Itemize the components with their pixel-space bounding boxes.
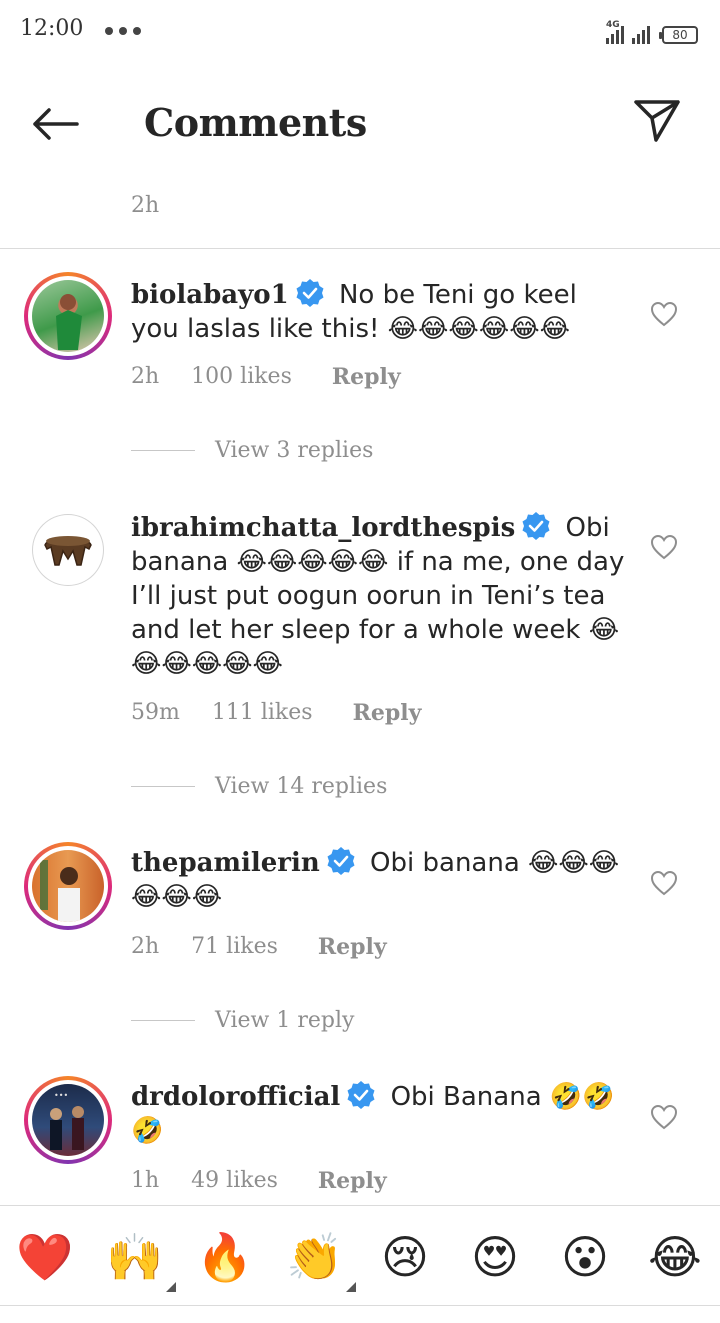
- comment-username[interactable]: thepamilerin: [131, 848, 320, 878]
- likes-count[interactable]: 100 likes: [191, 364, 292, 390]
- view-replies-label: View 1 reply: [215, 1008, 355, 1033]
- view-replies-button[interactable]: View 14 replies: [131, 774, 387, 799]
- header: Comments: [0, 64, 720, 184]
- fire-emoji-button[interactable]: 🔥: [196, 1228, 254, 1286]
- comment-meta: 2h 71 likes Reply: [131, 934, 387, 960]
- comment-time: 59m: [131, 700, 180, 725]
- verified-badge-icon: [347, 1081, 375, 1109]
- clapping-hands-emoji-button[interactable]: 👏: [286, 1228, 356, 1292]
- comment-time: 2h: [131, 934, 160, 959]
- paper-plane-icon: [634, 100, 680, 142]
- comment-username[interactable]: biolabayo1: [131, 280, 289, 310]
- clapping-hands-emoji: 👏: [286, 1230, 344, 1284]
- view-replies-label: View 3 replies: [215, 438, 374, 463]
- comment-text: biolabayo1 No be Teni go keel you laslas…: [131, 278, 631, 346]
- raising-hands-emoji-button[interactable]: 🙌: [106, 1228, 176, 1292]
- heart-emoji-button[interactable]: ❤️: [16, 1228, 74, 1286]
- raising-hands-emoji: 🙌: [106, 1230, 164, 1284]
- comment-time: 1h: [131, 1168, 160, 1193]
- svg-text:•••: •••: [54, 1091, 68, 1100]
- comment-time: 2h: [131, 364, 160, 389]
- network-label: 4G: [606, 20, 620, 30]
- back-button[interactable]: [28, 102, 82, 146]
- avatar[interactable]: [24, 842, 112, 930]
- skin-tone-indicator-icon: [166, 1282, 176, 1292]
- comment-username[interactable]: ibrahimchatta_lordthespis: [131, 513, 515, 543]
- reply-button[interactable]: Reply: [318, 934, 387, 960]
- heart-icon[interactable]: [650, 1104, 678, 1130]
- comment-meta: 2h 100 likes Reply: [131, 364, 401, 390]
- comment-input-area[interactable]: [0, 1305, 720, 1323]
- page-title: Comments: [144, 100, 367, 145]
- avatar[interactable]: •••: [24, 1076, 112, 1164]
- heart-icon[interactable]: [650, 534, 678, 560]
- skin-tone-indicator-icon: [346, 1282, 356, 1292]
- comment-text: drdolorofficial Obi Banana 🤣🤣🤣: [131, 1080, 631, 1148]
- heart-icon[interactable]: [650, 870, 678, 896]
- heart-icon[interactable]: [650, 301, 678, 327]
- signal-icon: [632, 26, 650, 44]
- comment-meta: 59m 111 likes Reply: [131, 700, 421, 726]
- comment-username[interactable]: drdolorofficial: [131, 1082, 340, 1112]
- surprised-face-emoji-button[interactable]: 😮: [556, 1228, 614, 1286]
- reply-button[interactable]: Reply: [318, 1168, 387, 1194]
- quick-reaction-bar: ❤️ 🙌 🔥 👏 😢 😍 😮 😂: [0, 1205, 720, 1305]
- share-button[interactable]: [632, 96, 682, 146]
- notification-dots-icon: [105, 27, 141, 35]
- avatar[interactable]: [32, 514, 104, 586]
- comment-text: ibrahimchatta_lordthespis Obi banana 😂😂😂…: [131, 511, 631, 681]
- comment-time: 2h: [131, 193, 160, 218]
- arrow-left-icon: [33, 108, 79, 140]
- reply-button[interactable]: Reply: [353, 700, 422, 726]
- comment-meta: 1h 49 likes Reply: [131, 1168, 387, 1194]
- verified-badge-icon: [327, 847, 355, 875]
- reply-button[interactable]: Reply: [332, 364, 401, 390]
- heart-eyes-emoji-button[interactable]: 😍: [466, 1228, 524, 1286]
- likes-count[interactable]: 111 likes: [212, 700, 313, 726]
- signal-4g-icon: 4G: [606, 20, 624, 44]
- view-replies-button[interactable]: View 3 replies: [131, 438, 373, 463]
- view-replies-label: View 14 replies: [215, 774, 388, 799]
- view-replies-button[interactable]: View 1 reply: [131, 1008, 354, 1033]
- status-bar: 12:00 4G 80: [0, 0, 720, 64]
- verified-badge-icon: [296, 279, 324, 307]
- battery-icon: 80: [659, 26, 698, 44]
- status-indicators: 4G 80: [606, 18, 698, 44]
- divider: [0, 248, 720, 249]
- tears-of-joy-emoji-button[interactable]: 😂: [646, 1228, 704, 1286]
- crying-face-emoji-button[interactable]: 😢: [376, 1228, 434, 1286]
- verified-badge-icon: [522, 512, 550, 540]
- likes-count[interactable]: 49 likes: [191, 1168, 278, 1194]
- status-time: 12:00: [20, 16, 84, 41]
- avatar[interactable]: [24, 272, 112, 360]
- comment-text: thepamilerin Obi banana 😂😂😂😂😂😂: [131, 846, 631, 914]
- likes-count[interactable]: 71 likes: [191, 934, 278, 960]
